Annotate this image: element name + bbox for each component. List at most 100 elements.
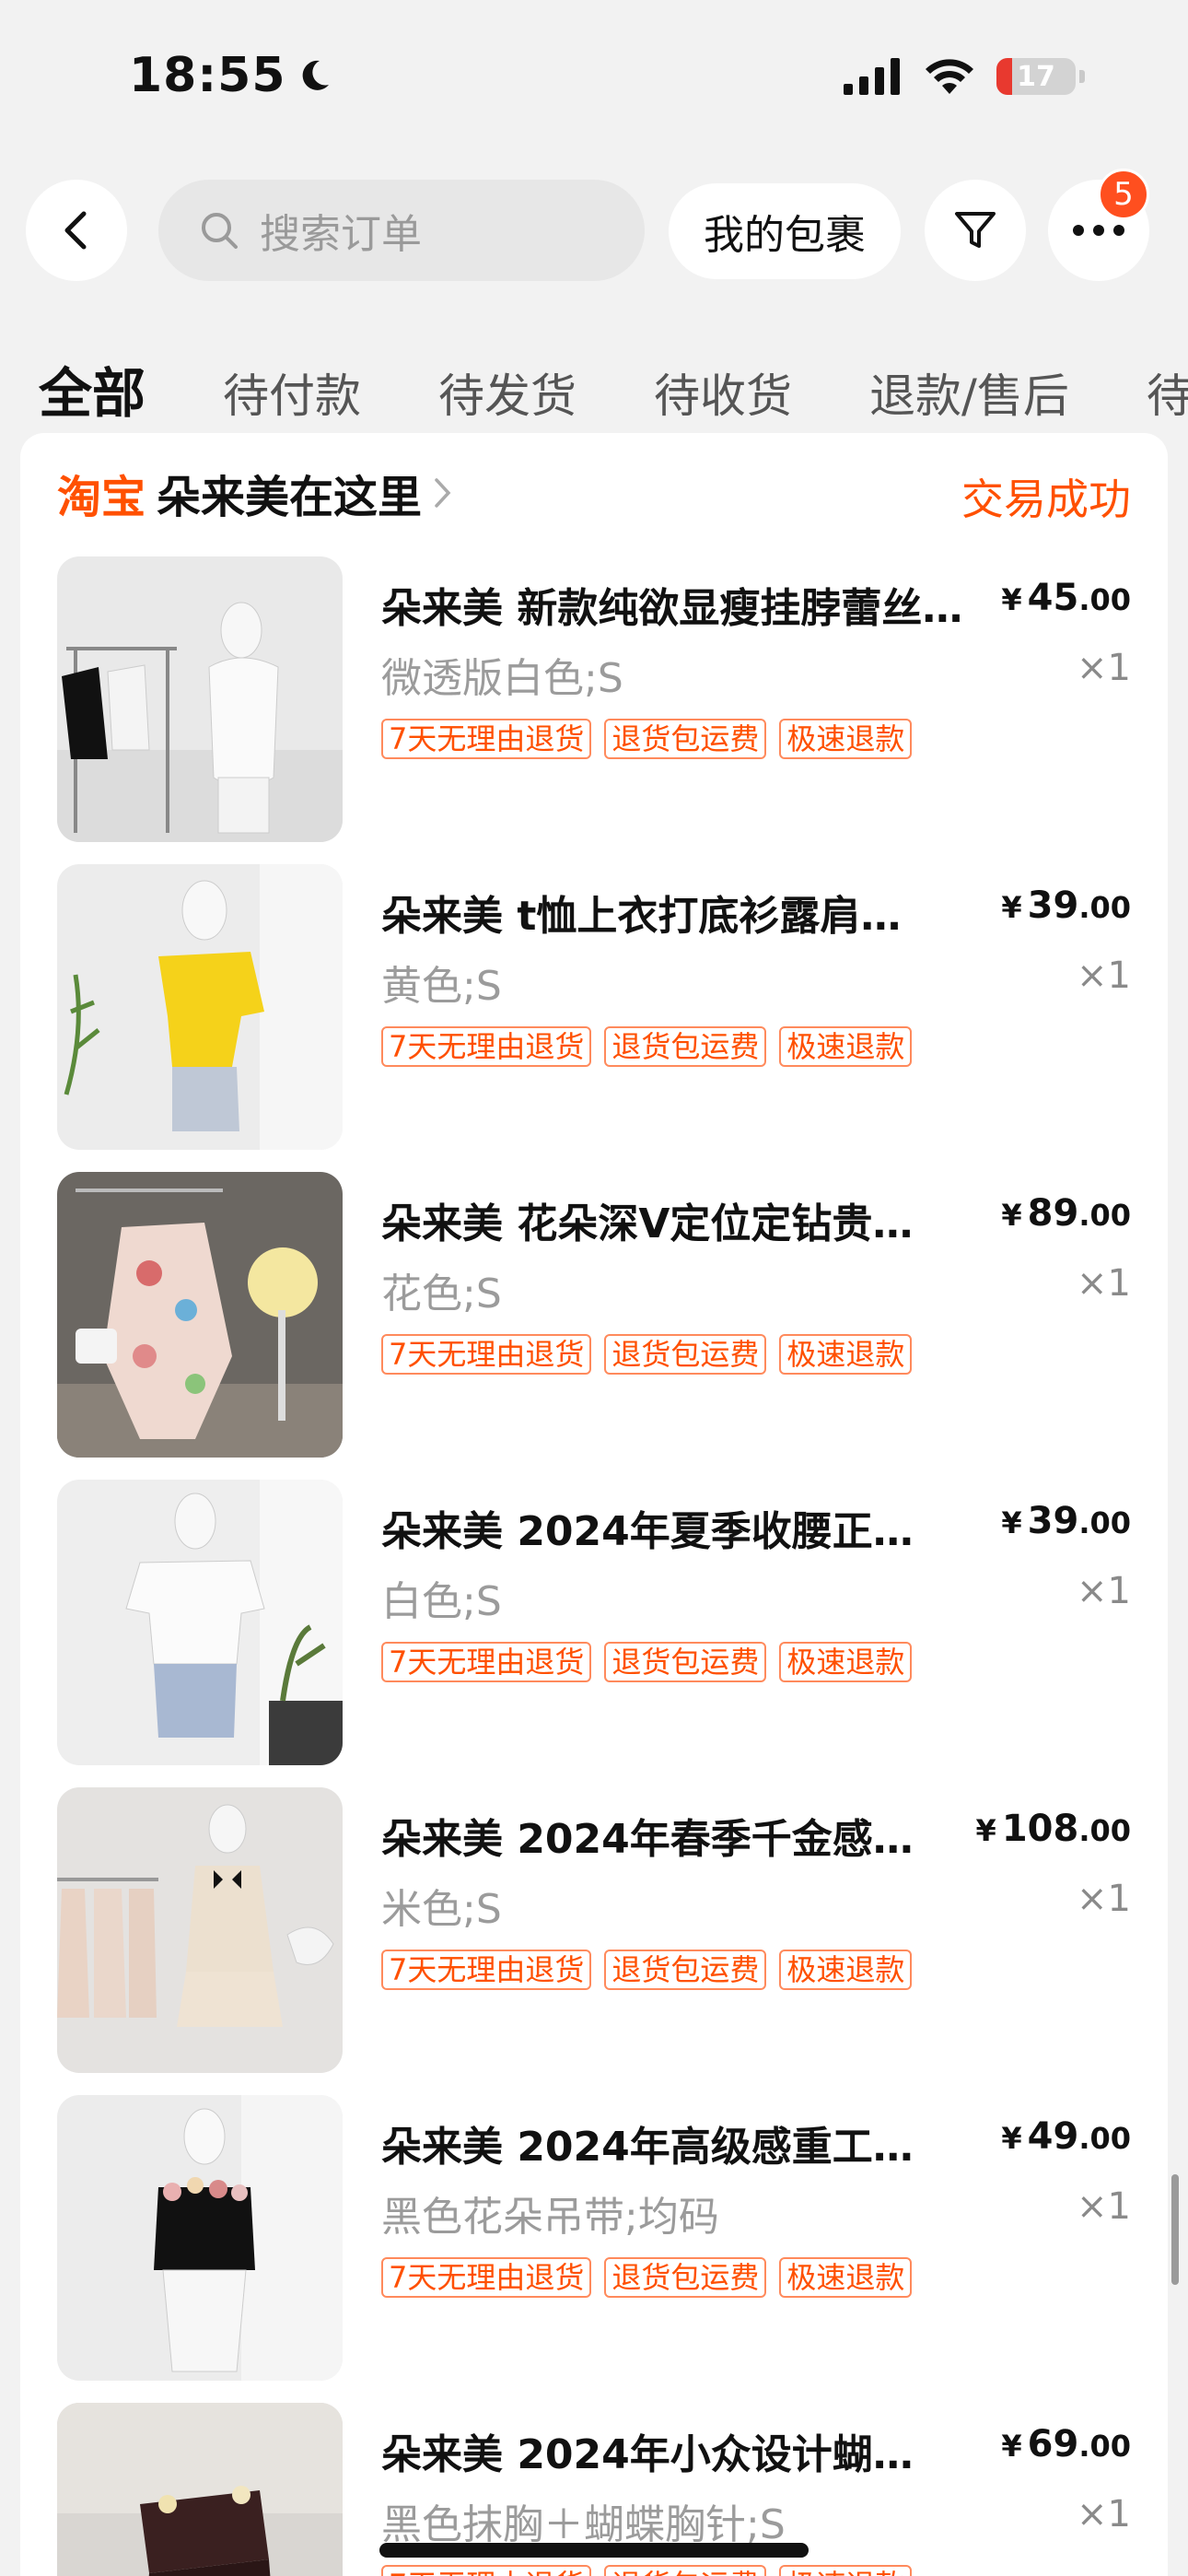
currency-symbol: ¥ (975, 1813, 996, 1848)
order-status: 交易成功 (961, 474, 1131, 524)
service-tags: 7天无理由退货 退货包运费 极速退款 (381, 2257, 913, 2298)
tab-pending-payment[interactable]: 待付款 (223, 359, 361, 426)
product-sku: 白色;S (381, 1578, 502, 1625)
product-sku: 黄色;S (381, 963, 502, 1010)
service-tags: 7天无理由退货 退货包运费 极速退款 (381, 1950, 913, 1990)
product-quantity: ×1 (1077, 1570, 1131, 1612)
product-image[interactable] (57, 1480, 343, 1765)
wifi-icon (926, 59, 973, 94)
search-icon (202, 213, 238, 249)
product-title[interactable]: 朵来美 2024年高级感重工… (381, 2113, 980, 2172)
product-image[interactable] (57, 556, 343, 842)
order-item[interactable]: 朵来美 t恤上衣打底衫露肩… ¥39.00 黄色;S ×1 7天无理由退货 退货… (57, 864, 1131, 1152)
product-price: ¥49.00 (1001, 2115, 1131, 2158)
tab-pending-receipt[interactable]: 待收货 (654, 359, 792, 426)
signal-icon (844, 58, 900, 95)
tag-fast-refund: 极速退款 (779, 1334, 913, 1375)
product-title[interactable]: 朵来美 2024年春季千金感… (381, 1806, 980, 1865)
product-sku: 黑色花朵吊带;均码 (381, 2194, 719, 2241)
product-image[interactable] (57, 864, 343, 1150)
product-title[interactable]: 朵来美 t恤上衣打底衫露肩… (381, 883, 980, 942)
tag-return-shipping: 退货包运费 (604, 1642, 767, 1682)
price-decimal: .00 (1078, 1813, 1131, 1848)
status-bar: 18:55 17 (0, 0, 1188, 161)
product-quantity: ×1 (1077, 647, 1131, 689)
service-tags: 7天无理由退货 退货包运费 极速退款 (381, 2565, 913, 2576)
service-tags: 7天无理由退货 退货包运费 极速退款 (381, 1642, 913, 1682)
currency-symbol: ¥ (1001, 2121, 1022, 2156)
product-quantity: ×1 (1077, 1878, 1131, 1920)
search-input[interactable]: 搜索订单 (158, 180, 645, 281)
search-placeholder: 搜索订单 (260, 211, 422, 258)
tag-7day-return: 7天无理由退货 (381, 2257, 592, 2298)
service-tags: 7天无理由退货 退货包运费 极速退款 (381, 719, 913, 759)
currency-symbol: ¥ (1001, 1198, 1022, 1233)
tag-7day-return: 7天无理由退货 (381, 2565, 592, 2576)
tag-7day-return: 7天无理由退货 (381, 1642, 592, 1682)
tag-return-shipping: 退货包运费 (604, 2565, 767, 2576)
tag-7day-return: 7天无理由退货 (381, 1334, 592, 1375)
product-title[interactable]: 朵来美 2024年小众设计蝴… (381, 2421, 980, 2480)
shop-header[interactable]: 淘宝 朵来美在这里 (57, 461, 453, 525)
order-item[interactable]: 朵来美 2024年高级感重工… ¥49.00 黑色花朵吊带;均码 ×1 7天无理… (57, 2095, 1131, 2383)
currency-symbol: ¥ (1001, 582, 1022, 617)
tag-return-shipping: 退货包运费 (604, 719, 767, 759)
product-quantity: ×1 (1077, 2185, 1131, 2228)
tag-fast-refund: 极速退款 (779, 1950, 913, 1990)
shop-name[interactable]: 朵来美在这里 (157, 461, 422, 525)
tag-fast-refund: 极速退款 (779, 1026, 913, 1067)
more-button[interactable]: 5 (1048, 169, 1149, 281)
order-item[interactable]: 朵来美 花朵深V定位定钻贵… ¥89.00 花色;S ×1 7天无理由退货 退货… (57, 1172, 1131, 1459)
tab-pending-review[interactable]: 待 (1147, 359, 1188, 426)
service-tags: 7天无理由退货 退货包运费 极速退款 (381, 1026, 913, 1067)
price-integer: 45 (1027, 577, 1079, 619)
price-decimal: .00 (1078, 582, 1131, 617)
tag-return-shipping: 退货包运费 (604, 2257, 767, 2298)
product-image[interactable] (57, 2095, 343, 2381)
moon-icon (302, 60, 329, 90)
home-indicator[interactable] (379, 2543, 809, 2558)
back-chevron-icon (64, 211, 87, 250)
my-packages-button[interactable]: 我的包裹 (669, 183, 901, 279)
tab-refund[interactable]: 退款/售后 (869, 359, 1069, 426)
battery-icon: 17 (996, 58, 1076, 95)
product-price: ¥108.00 (976, 1808, 1131, 1850)
tab-all[interactable]: 全部 (39, 350, 146, 427)
price-decimal: .00 (1078, 890, 1131, 925)
chevron-right-icon (435, 478, 451, 508)
filter-icon (955, 212, 996, 248)
price-integer: 89 (1027, 1192, 1079, 1235)
taobao-logo: 淘宝 (57, 472, 146, 523)
product-title[interactable]: 朵来美 2024年夏季收腰正… (381, 1498, 980, 1557)
product-image[interactable] (57, 1172, 343, 1458)
price-integer: 69 (1027, 2423, 1079, 2465)
order-item[interactable]: 朵来美 2024年夏季收腰正… ¥39.00 白色;S ×1 7天无理由退货 退… (57, 1480, 1131, 1767)
product-sku: 黑色抹胸＋蝴蝶胸针;S (381, 2501, 786, 2548)
price-integer: 39 (1027, 884, 1079, 927)
status-time: 18:55 (129, 48, 332, 103)
back-button[interactable] (26, 180, 127, 281)
filter-button[interactable] (925, 180, 1026, 281)
price-decimal: .00 (1078, 1505, 1131, 1540)
price-integer: 108 (1001, 1808, 1079, 1850)
order-item[interactable]: 朵来美 新款纯欲显瘦挂脖蕾丝… ¥45.00 微透版白色;S ×1 7天无理由退… (57, 556, 1131, 844)
tag-7day-return: 7天无理由退货 (381, 719, 592, 759)
price-decimal: .00 (1078, 2429, 1131, 2464)
order-tabs: 全部 待付款 待发货 待收货 退款/售后 待 (39, 350, 1188, 427)
battery-tip (1079, 70, 1085, 83)
product-title[interactable]: 朵来美 新款纯欲显瘦挂脖蕾丝… (381, 575, 980, 634)
product-image[interactable] (57, 2403, 343, 2576)
order-card[interactable]: 淘宝 朵来美在这里 交易成功 朵来美 新款纯欲显瘦挂脖蕾丝… ¥ 45.00 微… (20, 433, 1168, 2576)
scrollbar[interactable] (1171, 2174, 1179, 2285)
product-title[interactable]: 朵来美 花朵深V定位定钻贵… (381, 1190, 980, 1249)
product-price: ¥39.00 (1001, 884, 1131, 927)
order-item[interactable]: 朵来美 2024年春季千金感… ¥108.00 米色;S ×1 7天无理由退货 … (57, 1787, 1131, 2075)
tag-fast-refund: 极速退款 (779, 719, 913, 759)
product-price: ¥89.00 (1001, 1192, 1131, 1235)
currency-symbol: ¥ (1001, 1505, 1022, 1540)
product-image[interactable] (57, 1787, 343, 2073)
tag-fast-refund: 极速退款 (779, 1642, 913, 1682)
tab-pending-shipment[interactable]: 待发货 (438, 359, 577, 426)
price-integer: 39 (1027, 1500, 1079, 1542)
battery-level: 17 (1017, 60, 1055, 93)
